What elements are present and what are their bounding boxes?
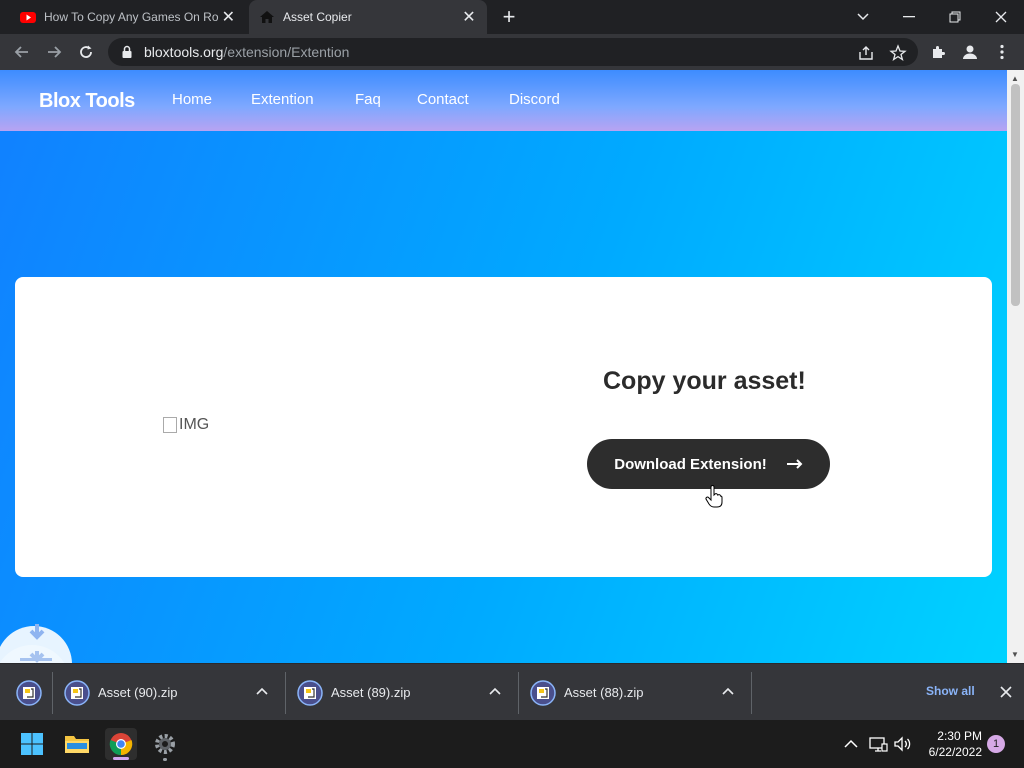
minimize-button[interactable] bbox=[886, 0, 932, 34]
download-item[interactable]: Asset (90).zip bbox=[64, 664, 276, 721]
reload-icon bbox=[80, 45, 92, 58]
nav-faq[interactable]: Faq bbox=[355, 91, 381, 108]
back-button[interactable] bbox=[8, 38, 36, 66]
windows-logo-icon bbox=[21, 733, 43, 755]
site-logo[interactable]: Blox Tools bbox=[39, 90, 135, 113]
page-scrollbar[interactable]: ▲ ▼ bbox=[1007, 70, 1024, 663]
download-separator bbox=[518, 672, 519, 714]
address-bar[interactable]: bloxtools.org/extension/Extention bbox=[108, 38, 918, 66]
restore-button[interactable] bbox=[932, 0, 978, 34]
tab-title: Asset Copier bbox=[283, 10, 352, 24]
close-window-button[interactable] bbox=[978, 0, 1024, 34]
clock-date: 6/22/2022 bbox=[928, 745, 982, 759]
tab-asset-copier[interactable]: Asset Copier ✕ bbox=[249, 0, 487, 34]
chevron-up-icon[interactable] bbox=[487, 684, 503, 700]
chrome-icon bbox=[109, 733, 133, 756]
download-item-partial[interactable] bbox=[16, 664, 50, 721]
network-icon[interactable] bbox=[868, 734, 888, 754]
download-separator bbox=[751, 672, 752, 714]
download-item[interactable]: Asset (88).zip bbox=[530, 664, 742, 721]
zip-file-icon bbox=[64, 679, 90, 706]
chevron-up-icon[interactable] bbox=[254, 684, 270, 700]
zip-file-icon bbox=[530, 679, 556, 706]
web-page: Blox Tools Home Extention Faq Contact Di… bbox=[0, 70, 1007, 663]
profile-button[interactable] bbox=[956, 38, 984, 66]
asset-card: IMG Copy your asset! Download Extension! bbox=[15, 277, 992, 577]
download-filename: Asset (88).zip bbox=[564, 685, 644, 700]
url-text: bloxtools.org/extension/Extention bbox=[144, 44, 350, 60]
star-icon[interactable] bbox=[889, 44, 907, 62]
profile-icon bbox=[963, 45, 977, 59]
puzzle-icon bbox=[933, 46, 945, 58]
clock-time: 2:30 PM bbox=[937, 729, 982, 743]
close-tab-icon[interactable]: ✕ bbox=[459, 7, 479, 27]
extensions-button[interactable] bbox=[924, 38, 952, 66]
tab-strip: How To Copy Any Games On Rob ✕ Asset Cop… bbox=[0, 0, 1024, 34]
download-item[interactable]: Asset (89).zip bbox=[297, 664, 509, 721]
chevron-up-icon[interactable] bbox=[841, 734, 861, 754]
scroll-down-icon[interactable]: ▼ bbox=[1011, 650, 1019, 659]
file-explorer-button[interactable] bbox=[61, 728, 93, 760]
house-icon bbox=[260, 11, 274, 23]
download-extension-button[interactable]: Download Extension! bbox=[587, 439, 830, 489]
nav-contact[interactable]: Contact bbox=[417, 91, 469, 108]
nav-extention[interactable]: Extention bbox=[251, 91, 314, 108]
scrollbar-thumb[interactable] bbox=[1011, 84, 1020, 306]
arrow-right-icon bbox=[786, 459, 803, 469]
menu-button[interactable] bbox=[988, 38, 1016, 66]
download-filename: Asset (89).zip bbox=[331, 685, 411, 700]
download-separator bbox=[52, 672, 53, 714]
lock-icon[interactable] bbox=[120, 45, 134, 59]
image-alt-text: IMG bbox=[179, 416, 210, 433]
forward-button[interactable] bbox=[40, 38, 68, 66]
kebab-menu-icon bbox=[1000, 44, 1004, 60]
nav-home[interactable]: Home bbox=[172, 91, 212, 108]
reload-button[interactable] bbox=[72, 38, 100, 66]
download-bar: Asset (90).zip Asset (89).zip Asset (88)… bbox=[0, 663, 1024, 720]
broken-image: IMG bbox=[163, 416, 209, 434]
settings-taskbar-button[interactable] bbox=[149, 728, 181, 761]
broken-image-icon bbox=[163, 417, 177, 433]
taskbar: 2:30 PM 6/22/2022 bbox=[0, 720, 1024, 768]
running-app-indicator bbox=[163, 758, 167, 761]
arrow-right-icon bbox=[48, 46, 62, 58]
start-button[interactable] bbox=[16, 728, 48, 760]
youtube-icon bbox=[20, 12, 36, 23]
card-title: Copy your asset! bbox=[603, 367, 806, 395]
download-filename: Asset (90).zip bbox=[98, 685, 178, 700]
tab-title: How To Copy Any Games On Rob bbox=[44, 10, 219, 24]
download-separator bbox=[285, 672, 286, 714]
download-button-label: Download Extension! bbox=[614, 455, 767, 473]
tab-youtube[interactable]: How To Copy Any Games On Rob ✕ bbox=[0, 0, 246, 34]
nav-discord[interactable]: Discord bbox=[509, 91, 560, 108]
share-icon[interactable] bbox=[857, 44, 875, 62]
site-header: Blox Tools Home Extention Faq Contact Di… bbox=[0, 70, 1007, 131]
arrow-left-icon bbox=[14, 46, 28, 58]
show-all-downloads-link[interactable]: Show all bbox=[926, 684, 975, 698]
system-clock[interactable]: 2:30 PM 6/22/2022 bbox=[910, 728, 982, 760]
browser-toolbar: bloxtools.org/extension/Extention bbox=[0, 34, 1024, 70]
new-tab-button[interactable]: + bbox=[497, 4, 521, 29]
active-app-indicator bbox=[113, 757, 129, 760]
floating-download-icon[interactable] bbox=[0, 606, 72, 663]
close-tab-icon[interactable]: ✕ bbox=[219, 7, 238, 27]
chrome-taskbar-button[interactable] bbox=[105, 728, 137, 760]
zip-file-icon bbox=[297, 679, 323, 706]
chevron-up-icon[interactable] bbox=[720, 684, 736, 700]
hand-cursor-icon bbox=[705, 485, 723, 508]
folder-icon bbox=[65, 736, 89, 753]
gear-icon bbox=[155, 734, 175, 754]
tab-search-icon[interactable] bbox=[840, 0, 886, 34]
zip-file-icon bbox=[16, 679, 42, 706]
scroll-up-icon[interactable]: ▲ bbox=[1011, 74, 1019, 83]
close-icon[interactable] bbox=[998, 684, 1014, 700]
notification-badge[interactable]: 1 bbox=[987, 735, 1005, 753]
